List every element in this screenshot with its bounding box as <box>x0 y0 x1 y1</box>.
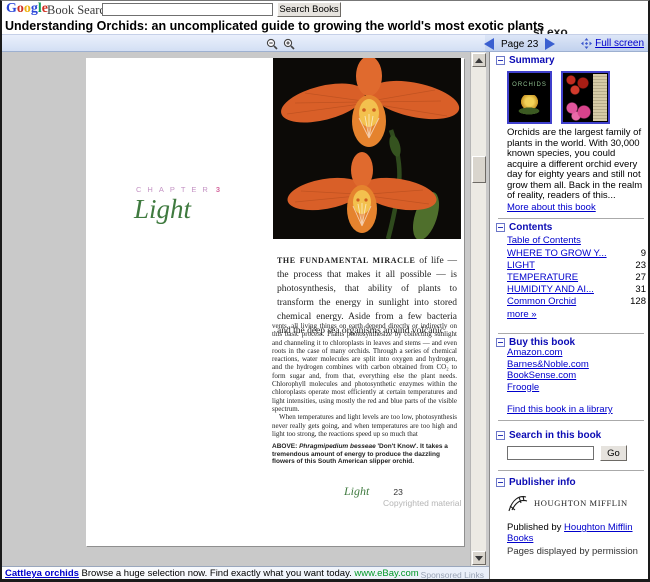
copyright-notice: Copyrighted material <box>383 498 461 508</box>
collapse-summary-icon[interactable] <box>496 56 505 65</box>
book-page: CHAPTER3 Light <box>86 58 464 546</box>
toc-item-link[interactable]: HUMIDITY AND AI... <box>507 284 594 296</box>
toc-item-page: 23 <box>635 260 646 272</box>
publisher-logo-text: HOUGHTON MIFFLIN <box>534 498 628 508</box>
google-logo: Google <box>6 1 48 17</box>
toolbar: Page 23 Full screen <box>2 34 648 52</box>
toc-item-row: Common Orchid 128 <box>507 296 646 308</box>
contents-list: WHERE TO GROW Y... 9 LIGHT 23 TEMPERATURE 2… <box>507 248 646 308</box>
chapter-title: Light <box>134 194 191 225</box>
collapse-publisher-icon[interactable] <box>496 478 505 487</box>
toc-item-page: 31 <box>635 284 646 296</box>
zoom-out-icon[interactable] <box>266 38 278 50</box>
down-arrow-icon <box>475 556 483 561</box>
book-cover-thumbnail[interactable]: ORCHIDS <box>507 71 552 124</box>
toc-item-row: LIGHT 23 <box>507 260 646 272</box>
go-button[interactable]: Go <box>600 445 627 461</box>
full-screen-icon[interactable] <box>581 38 592 49</box>
chapter-label: CHAPTER3 <box>136 185 220 194</box>
ad-link[interactable]: Cattleya orchids <box>5 568 79 579</box>
photo-caption: ABOVE: Phragmipedium besseae 'Don't Know… <box>272 443 450 466</box>
header-search-input[interactable] <box>102 3 273 16</box>
previous-page-button[interactable] <box>484 38 494 50</box>
table-of-contents-link[interactable]: Table of Contents <box>507 235 581 246</box>
search-section-header: Search in this book <box>496 430 601 441</box>
collapse-buy-icon[interactable] <box>496 338 505 347</box>
amazon-link[interactable]: Amazon.com <box>507 347 589 359</box>
toc-item-row: HUMIDITY AND AI... 31 <box>507 284 646 296</box>
booksense-link[interactable]: BookSense.com <box>507 370 589 382</box>
separator <box>498 420 644 421</box>
summary-section-header: Summary <box>496 55 555 66</box>
toc-item-page: 128 <box>630 296 646 308</box>
scroll-up-button[interactable] <box>472 53 486 67</box>
barnes-noble-link[interactable]: Barnes&Noble.com <box>507 359 589 371</box>
published-by-text: Published by Houghton Mifflin Books <box>507 522 644 544</box>
summary-text: Orchids are the largest family of plants… <box>507 128 648 213</box>
body-text: vents, all living things on earth depend… <box>272 322 457 438</box>
google-book-search-window: Google Book Search Search Books Understa… <box>0 0 650 582</box>
viewer-scrollbar[interactable] <box>470 52 486 566</box>
scrollbar-thumb[interactable] <box>472 156 486 183</box>
toc-item-link[interactable]: Common Orchid <box>507 296 576 308</box>
search-books-button[interactable]: Search Books <box>277 2 341 17</box>
orchid-photo <box>273 58 461 239</box>
separator <box>498 333 644 334</box>
title-bar: Understanding Orchids: an uncomplicated … <box>2 18 648 34</box>
ad-text: Browse a huge selection now. Find exactl… <box>79 568 354 579</box>
header: Google Book Search Search Books <box>2 1 648 18</box>
find-in-library-link[interactable]: Find this book in a library <box>507 404 613 415</box>
houghton-mifflin-logo-icon <box>506 492 530 514</box>
separator <box>498 470 644 471</box>
collapse-contents-icon[interactable] <box>496 223 505 232</box>
page-number-label: Page 23 <box>501 39 538 50</box>
full-screen-link[interactable]: Full screen <box>595 38 644 49</box>
up-arrow-icon <box>475 58 483 63</box>
publisher-info-title: Publisher info <box>509 477 576 488</box>
publisher-logo: HOUGHTON MIFFLIN <box>506 492 628 514</box>
scroll-down-button[interactable] <box>472 551 486 565</box>
publisher-section-header: Publisher info <box>496 477 576 488</box>
buy-links: Amazon.com Barnes&Noble.com BookSense.co… <box>507 347 589 393</box>
full-screen-control: Full screen <box>581 38 644 49</box>
ad-display-url: www.eBay.com <box>354 568 418 579</box>
toc-item-row: WHERE TO GROW Y... 9 <box>507 248 646 260</box>
collapse-search-icon[interactable] <box>496 431 505 440</box>
toc-item-row: TEMPERATURE 27 <box>507 272 646 284</box>
search-in-book-input[interactable] <box>507 446 594 460</box>
sidebar: Summary ORCHIDS Orchids are the largest … <box>489 52 650 582</box>
sponsored-links-label: Sponsored Links <box>421 568 484 582</box>
contents-title: Contents <box>509 222 552 233</box>
page-navigation: Page 23 <box>484 37 555 51</box>
froogle-link[interactable]: Froogle <box>507 382 589 394</box>
toc-item-link[interactable]: TEMPERATURE <box>507 272 578 284</box>
next-page-button[interactable] <box>545 38 555 50</box>
permission-text: Pages displayed by permission <box>507 546 647 557</box>
search-in-book-title: Search in this book <box>509 430 601 441</box>
separator <box>498 218 644 219</box>
book-viewer: CHAPTER3 Light <box>2 52 489 566</box>
summary-title: Summary <box>509 55 555 66</box>
toc-item-page: 27 <box>635 272 646 284</box>
page-title: Understanding Orchids: an uncomplicated … <box>5 19 544 33</box>
contents-section-header: Contents <box>496 222 552 233</box>
back-cover-thumbnail[interactable] <box>561 71 610 124</box>
sponsored-ad-bar: Cattleya orchids Browse a huge selection… <box>2 566 489 581</box>
toc-item-link[interactable]: WHERE TO GROW Y... <box>507 248 607 260</box>
toc-item-link[interactable]: LIGHT <box>507 260 535 272</box>
toc-item-page: 9 <box>641 248 646 260</box>
more-about-book-link[interactable]: More about this book <box>507 203 596 214</box>
contents-more-link[interactable]: more » <box>507 309 537 320</box>
zoom-in-icon[interactable] <box>283 38 295 50</box>
